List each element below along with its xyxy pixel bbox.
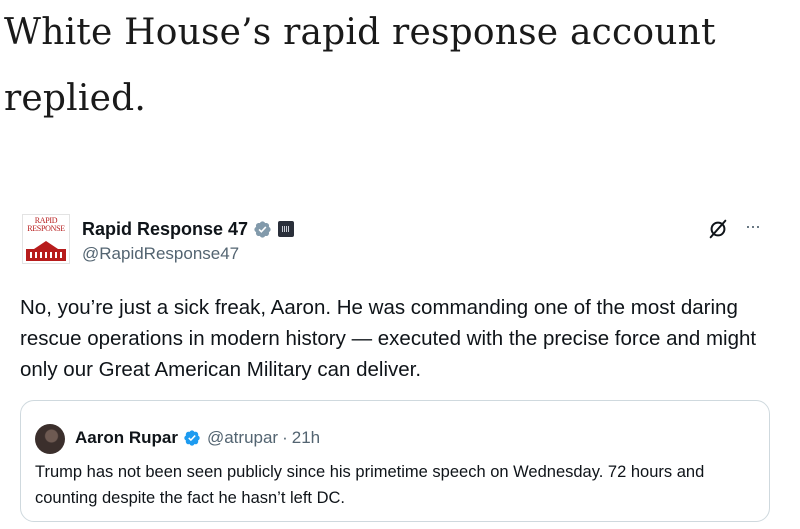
rapid-response-avatar[interactable]: RAPID RESPONSE bbox=[22, 214, 70, 264]
article-text: White House’s rapid response account rep… bbox=[4, 12, 716, 119]
aaron-rupar-avatar[interactable] bbox=[35, 424, 65, 454]
verified-badge-icon bbox=[254, 220, 271, 238]
quoted-tweet-text: Trump has not been seen publicly since h… bbox=[35, 463, 705, 507]
grok-icon[interactable] bbox=[707, 218, 729, 240]
verified-badge-icon bbox=[184, 430, 200, 446]
author-display-name[interactable]: Rapid Response 47 bbox=[82, 219, 248, 240]
government-badge-icon bbox=[278, 221, 295, 237]
quoted-tweet[interactable]: Aaron Rupar @atrupar · 21h Trump has not… bbox=[20, 400, 770, 522]
more-options-icon[interactable]: ··· bbox=[745, 216, 761, 236]
quoted-tweet-timestamp[interactable]: 21h bbox=[292, 428, 320, 448]
avatar-logo-text: RAPID RESPONSE bbox=[27, 216, 65, 233]
embedded-tweet[interactable]: RAPID RESPONSE Rapid Response 47 @RapidR… bbox=[0, 196, 800, 529]
quoted-tweet-header: Aaron Rupar @atrupar · 21h bbox=[75, 425, 320, 451]
white-house-icon bbox=[26, 249, 66, 261]
author-handle[interactable]: @RapidResponse47 bbox=[82, 244, 239, 264]
tweet-text: No, you’re just a sick freak, Aaron. He … bbox=[20, 296, 757, 381]
quoted-author-name[interactable]: Aaron Rupar bbox=[75, 428, 178, 448]
tweet-author-row: Rapid Response 47 bbox=[82, 216, 295, 242]
quoted-author-handle[interactable]: @atrupar bbox=[207, 428, 278, 448]
separator-dot: · bbox=[282, 428, 288, 447]
